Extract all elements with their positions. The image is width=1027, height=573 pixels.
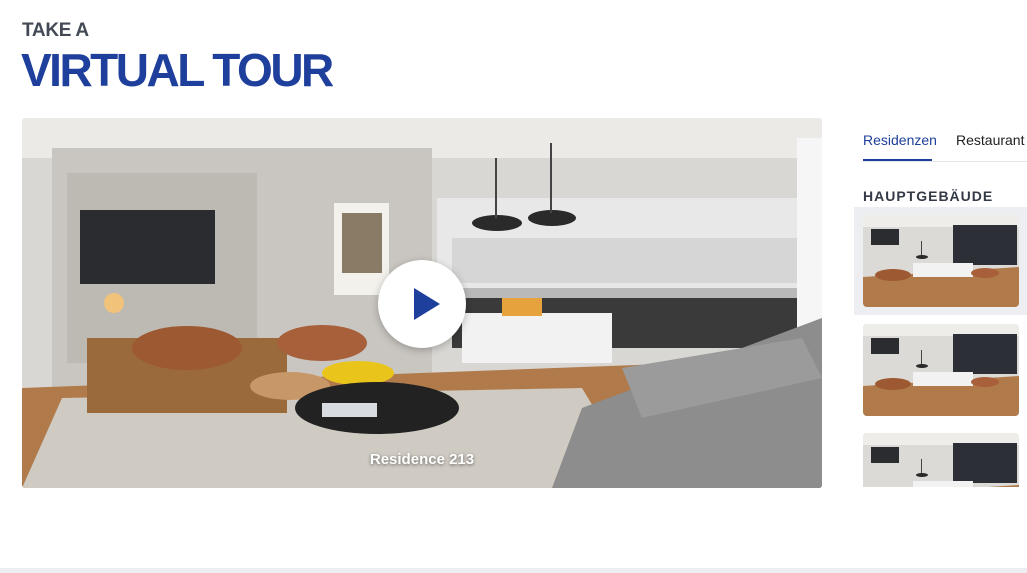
tab-label: Residenzen (863, 132, 937, 148)
virtual-tour-viewer[interactable]: Residence 213 (22, 118, 822, 488)
tab-restaurant[interactable]: Restaurant (956, 132, 1024, 148)
page-title: VIRTUAL TOUR (21, 44, 334, 96)
thumbnail-list[interactable] (854, 207, 1027, 487)
tour-caption: Residence 213 (369, 451, 475, 468)
tour-tabs: Residenzen Restaurant (863, 118, 1027, 162)
thumbnail-item[interactable] (854, 425, 1027, 487)
thumbnail-image (863, 215, 1019, 307)
footer-divider (0, 568, 1027, 573)
thumbnail-image (863, 324, 1019, 416)
heading-kicker: TAKE A (22, 20, 89, 41)
section-label: HAUPTGEBÄUDE (863, 188, 994, 204)
play-button[interactable] (378, 260, 466, 348)
tab-active-indicator (863, 159, 932, 161)
thumbnail-item[interactable] (854, 316, 1027, 424)
tab-residenzen[interactable]: Residenzen (863, 132, 937, 161)
tab-label: Restaurant (956, 132, 1025, 148)
play-icon (414, 288, 440, 320)
thumbnail-item[interactable] (854, 207, 1027, 315)
thumbnail-image (863, 433, 1019, 487)
